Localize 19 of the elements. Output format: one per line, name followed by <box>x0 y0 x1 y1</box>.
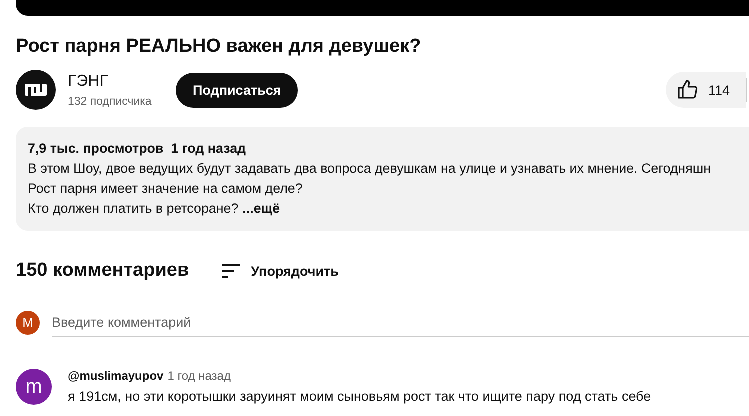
comment-author[interactable]: @muslimayupov <box>68 369 164 383</box>
comment-count: 150 комментариев <box>16 260 190 282</box>
comment-text: я 191см, но эти коротышки заруинят моим сыновьям рост так что ищите пару под стать себе <box>68 389 652 404</box>
subscriber-count: 132 подписчика <box>68 96 153 108</box>
commenter-avatar[interactable]: m <box>16 369 52 405</box>
subscribe-button[interactable]: Подписаться <box>176 72 298 108</box>
comment-time[interactable]: 1 год назад <box>168 369 231 383</box>
channel-logo-icon[interactable] <box>16 70 56 110</box>
description-line: Рост парня имеет значение на самом деле? <box>28 180 304 198</box>
sort-button[interactable]: Упорядочить <box>219 259 339 283</box>
channel-name[interactable]: ГЭНГ <box>68 72 174 92</box>
video-title: Рост парня РЕАЛЬНО важен для девушек? <box>16 35 422 59</box>
description-line: В этом Шоу, двое ведущих будут задавать два вопроса девушкам на улице и узнавать их мнение. Сегодняшн <box>28 160 712 178</box>
thumbs-up-icon <box>676 78 700 102</box>
show-more-link[interactable]: ...ещё <box>242 201 280 216</box>
view-stats: 7,9 тыс. просмотров 1 год назад <box>28 140 248 158</box>
user-avatar: M <box>16 310 40 334</box>
description-line: Кто должен платить в ретсоране? ...ещё <box>28 200 282 218</box>
like-button[interactable]: 114 <box>666 72 746 108</box>
